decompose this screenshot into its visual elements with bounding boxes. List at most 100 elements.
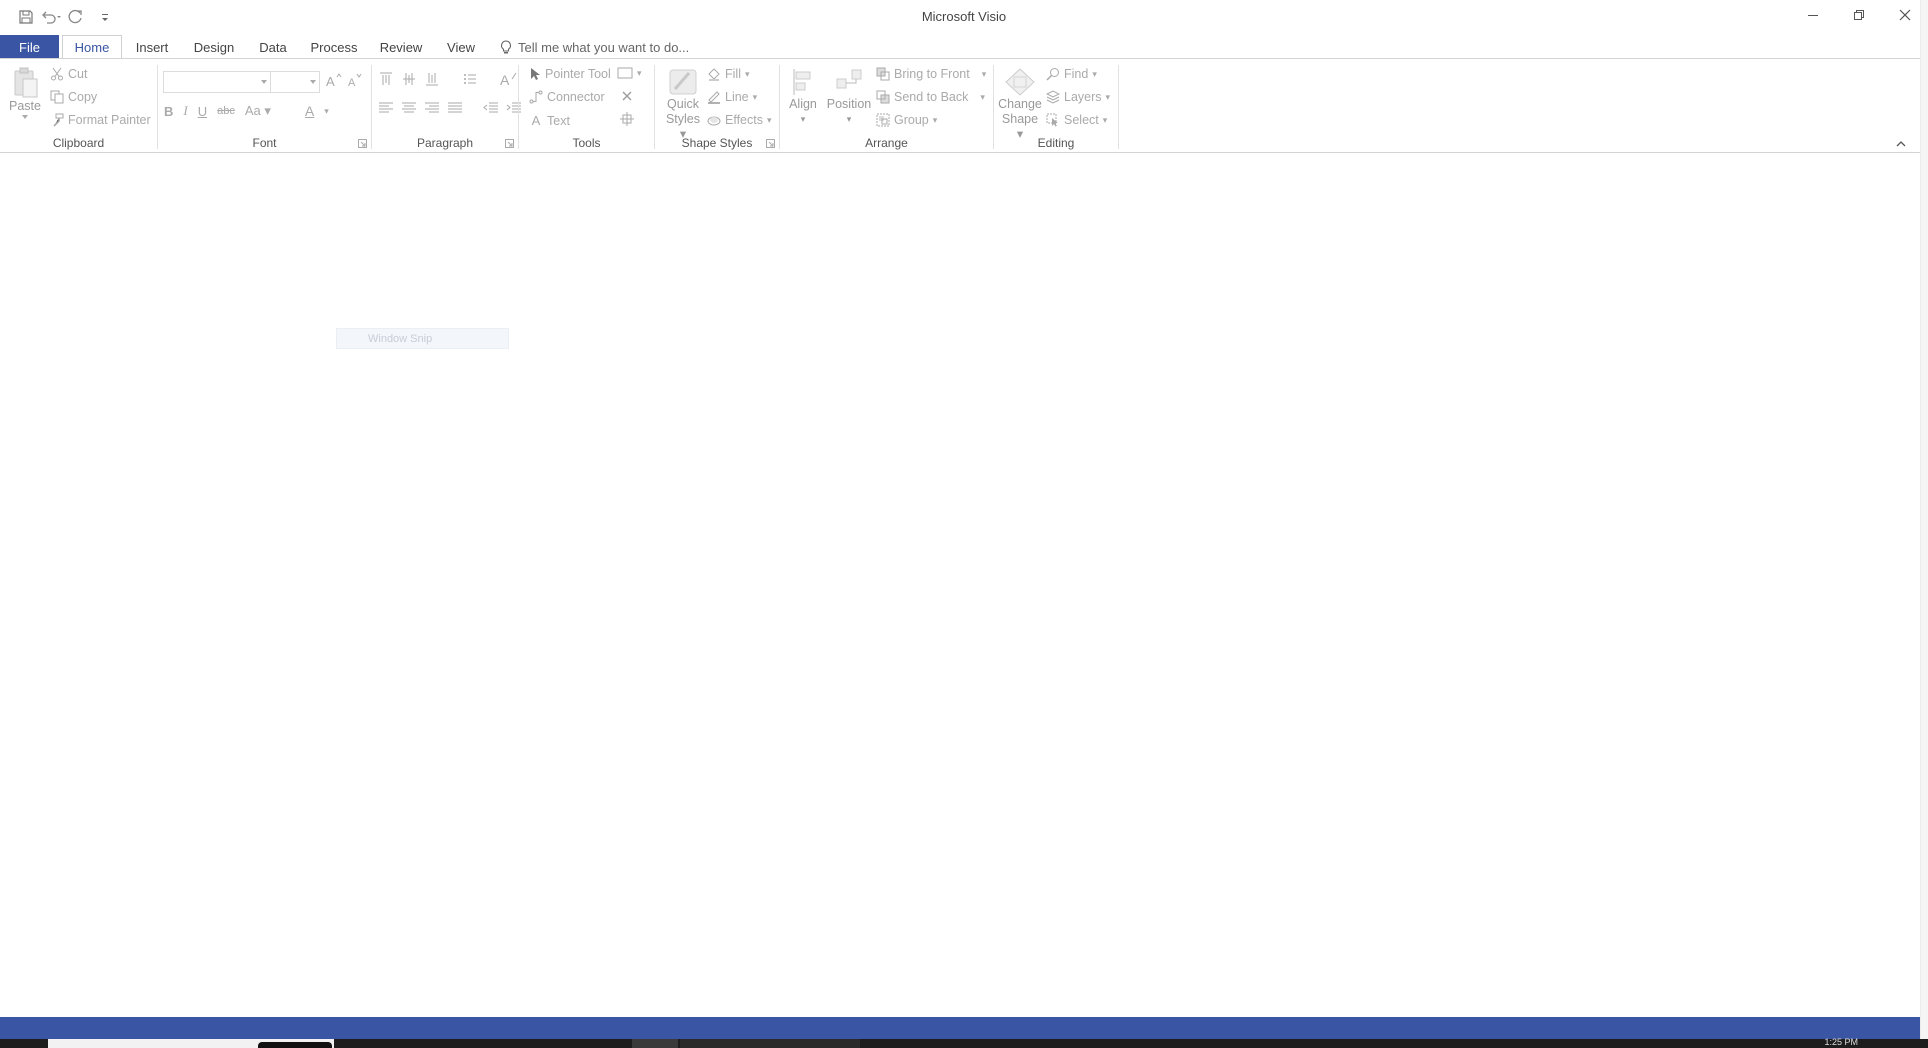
tab-view[interactable]: View: [442, 35, 480, 59]
decrease-indent-icon[interactable]: [483, 101, 499, 115]
chevron-down-icon: ▾: [1092, 68, 1097, 79]
align-middle-icon[interactable]: [401, 71, 417, 87]
search-icon: [1046, 67, 1060, 81]
visio-window: Microsoft Visio File Home Insert Design …: [0, 0, 1928, 1048]
paint-bucket-icon: [707, 67, 721, 81]
shrink-font-icon[interactable]: A: [348, 73, 362, 87]
tab-process[interactable]: Process: [308, 35, 360, 59]
paste-button[interactable]: Paste: [8, 67, 42, 120]
cut-button[interactable]: Cut: [50, 67, 87, 81]
tab-insert[interactable]: Insert: [130, 35, 174, 59]
align-button[interactable]: Align ▾: [785, 67, 821, 127]
arrange-group-label: Arrange: [865, 136, 908, 150]
font-color-icon[interactable]: A: [305, 103, 314, 119]
quick-styles-icon: [669, 69, 697, 95]
grow-font-icon[interactable]: A: [326, 73, 342, 87]
format-painter-button[interactable]: Format Painter: [50, 113, 151, 127]
delete-connector-icon[interactable]: [621, 90, 633, 102]
taskbar-app-group[interactable]: [680, 1039, 860, 1048]
line-label: Line: [725, 90, 749, 104]
position-button[interactable]: Position ▾: [825, 67, 873, 127]
font-name-combobox[interactable]: [163, 71, 271, 93]
svg-text:A: A: [500, 72, 510, 87]
align-bottom-icon[interactable]: [424, 71, 440, 87]
window-title: Microsoft Visio: [921, 9, 1007, 24]
paste-label: Paste: [9, 99, 41, 113]
quick-styles-button[interactable]: Quick Styles ▾: [662, 67, 704, 142]
text-tool-button[interactable]: A Text: [529, 113, 570, 128]
tab-file[interactable]: File: [0, 35, 59, 59]
chevron-down-icon: ▾: [981, 68, 987, 79]
italic-icon[interactable]: I: [183, 103, 187, 119]
paste-icon: [14, 67, 38, 98]
svg-text:A: A: [348, 77, 356, 87]
minimize-icon[interactable]: [1790, 0, 1836, 30]
bold-icon[interactable]: B: [164, 104, 173, 119]
restore-icon[interactable]: [1836, 0, 1882, 30]
copy-button[interactable]: Copy: [50, 90, 97, 104]
bring-to-front-button[interactable]: Bring to Front ▾: [876, 67, 986, 81]
paragraph-dialog-launcher-icon[interactable]: [505, 139, 514, 148]
right-scrollbar[interactable]: [1920, 0, 1928, 1048]
strikethrough-icon[interactable]: abc: [217, 105, 235, 117]
change-shape-label-2: Shape: [1001, 112, 1039, 126]
font-dialog-launcher-icon[interactable]: [358, 139, 367, 148]
taskbar: 1:25 PM: [0, 1037, 1928, 1048]
group-label: Group: [894, 113, 929, 127]
effects-label: Effects: [725, 113, 763, 127]
connector-button[interactable]: Connector: [529, 90, 605, 104]
rectangle-tool-button[interactable]: ▾: [617, 67, 642, 79]
paragraph-row-bottom: [378, 101, 522, 115]
connection-point-icon[interactable]: [619, 111, 635, 127]
taskbar-search-highlight: [258, 1042, 332, 1048]
font-size-combobox[interactable]: [270, 71, 320, 93]
tools-group: Pointer Tool ▾ Connector A Text Tools: [519, 61, 654, 153]
taskbar-app-visio[interactable]: [632, 1039, 678, 1048]
font-color-dropdown-icon[interactable]: ▾: [324, 106, 329, 117]
align-top-icon[interactable]: [378, 71, 394, 87]
font-group: A A B I U abc Aa ▾ A ▾ Font: [158, 61, 371, 153]
quick-styles-label-1: Quick: [667, 97, 699, 111]
text-tool-label: Text: [547, 113, 570, 128]
title-bar: Microsoft Visio: [0, 0, 1928, 34]
find-button[interactable]: Find ▾: [1046, 67, 1097, 81]
select-arrow-icon: [1046, 113, 1060, 127]
scissors-icon: [50, 67, 64, 81]
tab-design[interactable]: Design: [190, 35, 238, 59]
tab-home[interactable]: Home: [62, 35, 122, 59]
layers-button[interactable]: Layers ▾: [1046, 90, 1110, 104]
chevron-down-icon: [310, 80, 316, 84]
collapse-ribbon-icon[interactable]: [1894, 137, 1908, 151]
justify-icon[interactable]: [447, 101, 463, 115]
align-left-icon[interactable]: [378, 101, 394, 115]
select-button[interactable]: Select ▾: [1046, 113, 1107, 127]
send-to-back-button[interactable]: Send to Back ▾: [876, 90, 985, 104]
tab-review[interactable]: Review: [376, 35, 426, 59]
group-button[interactable]: Group ▾: [876, 113, 937, 127]
tab-data[interactable]: Data: [255, 35, 291, 59]
fill-button[interactable]: Fill ▾: [707, 67, 750, 81]
underline-icon[interactable]: U: [198, 104, 207, 119]
drawing-canvas[interactable]: Window Snip: [0, 154, 1920, 1016]
align-center-icon[interactable]: [401, 101, 417, 115]
tell-me-search[interactable]: Tell me what you want to do...: [500, 35, 689, 59]
effects-button[interactable]: Effects ▾: [707, 113, 772, 127]
connector-label: Connector: [547, 90, 605, 104]
bullets-icon[interactable]: [462, 71, 478, 87]
chevron-down-icon: ▾: [752, 91, 758, 102]
chevron-down-icon: ▾: [744, 68, 750, 79]
shape-styles-group: Quick Styles ▾ Fill ▾ Line ▾ Effects ▾ S…: [655, 61, 779, 153]
send-to-back-icon: [876, 90, 890, 104]
change-case-button[interactable]: Aa ▾: [245, 103, 271, 119]
connector-icon: [529, 90, 543, 104]
text-tool-icon: A: [531, 113, 541, 128]
line-button[interactable]: Line ▾: [707, 90, 757, 104]
change-shape-button[interactable]: Change Shape ▾: [998, 67, 1042, 142]
paragraph-row-top: A: [378, 71, 518, 87]
shape-styles-dialog-launcher-icon[interactable]: [766, 139, 775, 148]
text-direction-icon[interactable]: A: [500, 71, 518, 87]
cut-label: Cut: [68, 67, 88, 81]
send-to-back-label: Send to Back: [894, 90, 969, 104]
align-right-icon[interactable]: [424, 101, 440, 115]
pointer-tool-button[interactable]: Pointer Tool: [529, 67, 611, 81]
